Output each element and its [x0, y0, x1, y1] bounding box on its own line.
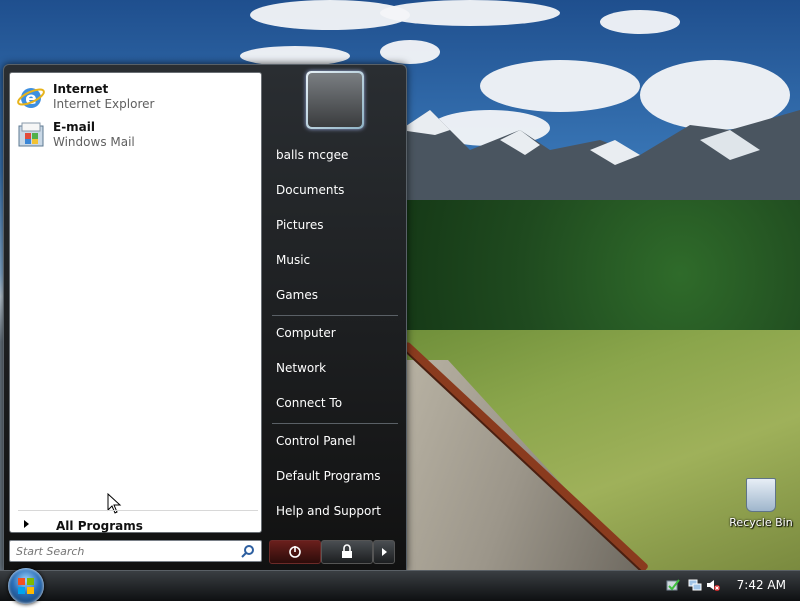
right-item-default-programs[interactable]: Default Programs	[268, 462, 400, 492]
system-tray: 7:42 AM	[660, 571, 800, 601]
shutdown-options-button[interactable]	[373, 540, 395, 564]
power-controls	[269, 540, 395, 564]
recycle-bin-icon	[746, 478, 776, 512]
right-item-help-support[interactable]: Help and Support	[268, 497, 400, 527]
recycle-bin-desktop-icon[interactable]: Recycle Bin	[724, 478, 798, 529]
power-icon	[289, 546, 301, 558]
all-programs-button[interactable]: All Programs	[18, 510, 258, 533]
right-separator	[272, 423, 398, 424]
right-item-documents[interactable]: Documents	[268, 176, 400, 206]
user-account-picture[interactable]	[306, 71, 364, 129]
search-icon[interactable]	[241, 544, 255, 558]
right-item-control-panel[interactable]: Control Panel	[268, 427, 400, 457]
pinned-item-internet[interactable]: e Internet Internet Explorer	[16, 81, 254, 115]
right-item-network[interactable]: Network	[268, 354, 400, 384]
start-menu-left-pane: e Internet Internet Explorer E-mail Wind…	[9, 72, 262, 533]
taskbar-clock[interactable]: 7:42 AM	[737, 578, 786, 592]
power-button[interactable]	[269, 540, 321, 564]
pinned-item-email[interactable]: E-mail Windows Mail	[16, 119, 254, 153]
right-item-user[interactable]: balls mcgee	[268, 141, 400, 171]
start-menu: e Internet Internet Explorer E-mail Wind…	[3, 64, 407, 572]
start-search-box[interactable]	[9, 540, 262, 562]
arrow-right-icon	[24, 520, 29, 528]
right-separator	[272, 315, 398, 316]
lock-icon	[342, 544, 352, 558]
security-check-icon[interactable]	[666, 578, 680, 592]
right-item-music[interactable]: Music	[268, 246, 400, 276]
taskbar: 7:42 AM	[0, 568, 800, 604]
right-item-connect-to[interactable]: Connect To	[268, 389, 400, 419]
windows-mail-icon	[18, 122, 44, 147]
lock-button[interactable]	[321, 540, 373, 564]
recycle-bin-label: Recycle Bin	[729, 516, 793, 529]
volume-muted-icon[interactable]	[706, 578, 720, 592]
start-search-input[interactable]	[14, 543, 238, 560]
right-item-games[interactable]: Games	[268, 281, 400, 311]
user-avatar	[308, 73, 362, 127]
right-item-computer[interactable]: Computer	[268, 319, 400, 349]
right-item-pictures[interactable]: Pictures	[268, 211, 400, 241]
internet-explorer-icon: e	[17, 88, 45, 109]
arrow-right-icon	[382, 548, 387, 556]
windows-logo-icon	[18, 578, 34, 594]
network-icon[interactable]	[688, 578, 702, 592]
start-button[interactable]	[8, 568, 44, 604]
